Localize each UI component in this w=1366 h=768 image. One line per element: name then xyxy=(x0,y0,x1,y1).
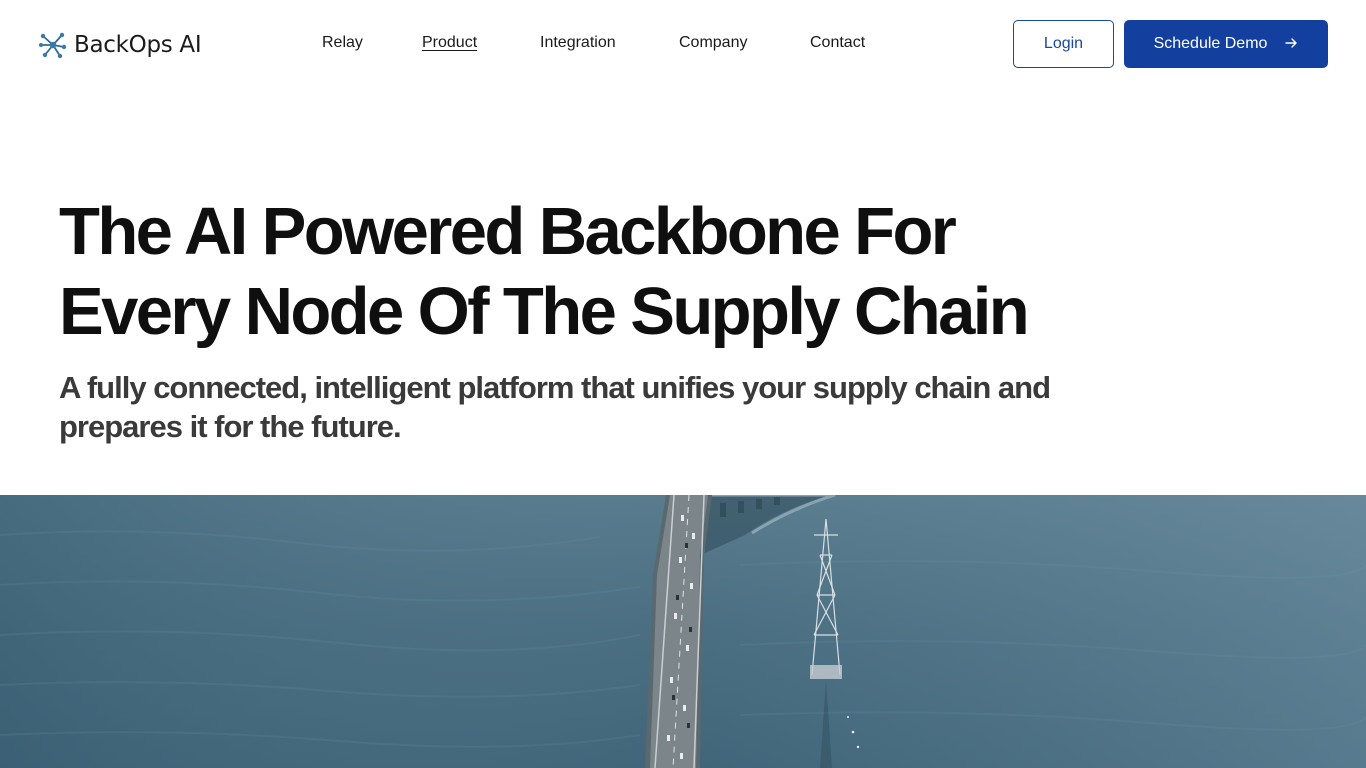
hero-subtitle-line-2: prepares it for the future. xyxy=(59,409,402,444)
schedule-demo-label: Schedule Demo xyxy=(1153,35,1268,52)
brand-logo[interactable]: BackOps AI xyxy=(38,28,202,62)
login-button-label: Login xyxy=(1043,35,1084,52)
hero-subtitle: A fully connected, intelligent platform … xyxy=(59,368,1059,446)
landing-page: BackOps AI Relay Product Integration Com… xyxy=(0,0,1366,768)
brand-name: BackOps AI xyxy=(74,32,202,58)
hero-subtitle-line-1: A fully connected, intelligent platform … xyxy=(59,370,1051,405)
network-node-icon xyxy=(38,30,68,60)
nav-item-relay[interactable]: Relay xyxy=(322,34,363,52)
hero-title-line-1: The AI Powered Backbone For xyxy=(59,194,957,269)
nav-item-contact[interactable]: Contact xyxy=(810,34,865,52)
nav-item-product[interactable]: Product xyxy=(422,34,477,52)
aerial-bridge-over-water-image xyxy=(0,495,1366,768)
login-button[interactable]: Login xyxy=(1013,20,1114,68)
site-header: BackOps AI Relay Product Integration Com… xyxy=(0,0,1366,88)
nav-item-company[interactable]: Company xyxy=(679,34,747,52)
hero-title-line-2: Every Node Of The Supply Chain xyxy=(59,274,1030,349)
schedule-demo-button[interactable]: Schedule Demo xyxy=(1124,20,1328,68)
arrow-right-icon xyxy=(1285,37,1298,52)
hero-title: The AI Powered Backbone For Every Node O… xyxy=(59,192,1059,352)
nav-item-integration[interactable]: Integration xyxy=(540,34,616,52)
